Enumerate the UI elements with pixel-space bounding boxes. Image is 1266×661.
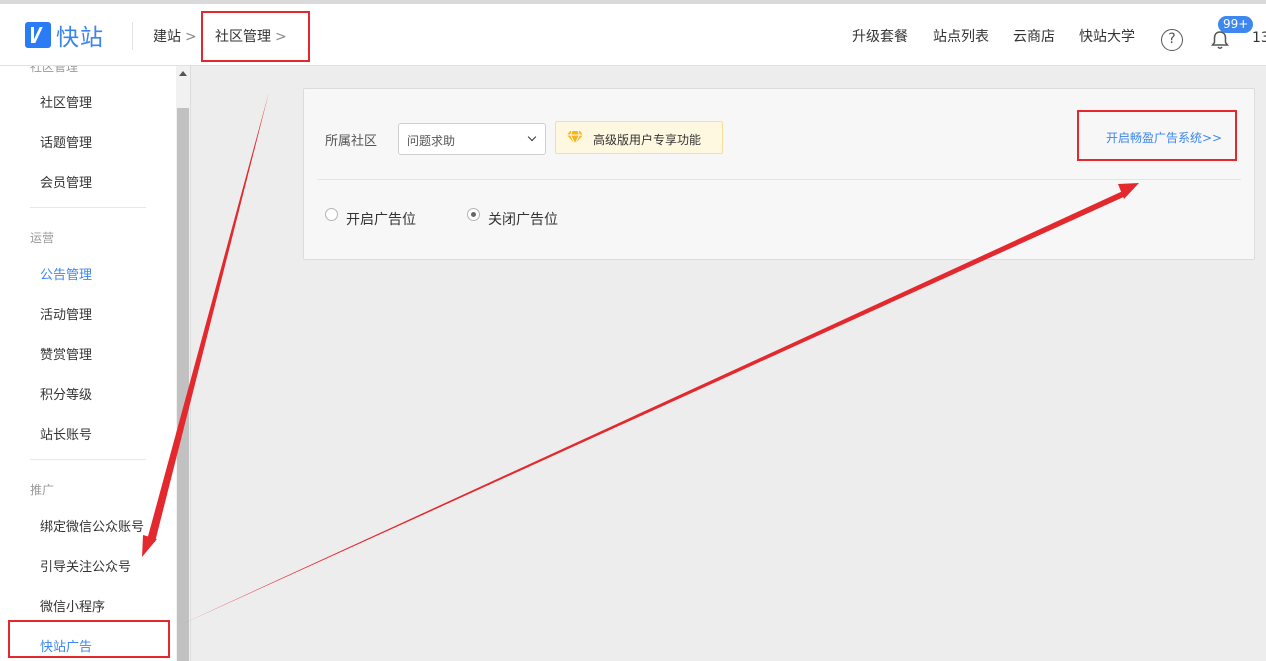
sidebar-group-title: 运营 bbox=[30, 231, 55, 245]
radio-enable-ads[interactable] bbox=[325, 208, 338, 221]
community-select[interactable]: 问题求助 bbox=[398, 123, 546, 155]
radio-enable-ads-label[interactable]: 开启广告位 bbox=[346, 209, 416, 229]
sidebar-item-mini-program[interactable]: 微信小程序 bbox=[40, 596, 105, 615]
card-divider bbox=[318, 179, 1241, 180]
nav-kuaizhan-university[interactable]: 快站大学 bbox=[1079, 26, 1135, 46]
sidebar-scrollbar[interactable] bbox=[176, 66, 190, 661]
premium-badge: 高级版用户专享功能 bbox=[555, 121, 723, 154]
bell-icon[interactable] bbox=[1210, 30, 1230, 50]
breadcrumb-label: 社区管理 bbox=[215, 29, 271, 45]
ad-settings-card: 所属社区 问题求助 高级版用户专享功能 开启畅盈广告系统>> 开启广告位 关闭广… bbox=[303, 88, 1255, 260]
breadcrumb-item-site[interactable]: 建站 > bbox=[153, 26, 197, 46]
breadcrumb-label: 建站 bbox=[153, 29, 181, 45]
chevron-right-icon: > bbox=[275, 29, 287, 45]
header-divider bbox=[132, 22, 133, 50]
radio-disable-ads[interactable] bbox=[467, 208, 480, 221]
sidebar-item-topic-management[interactable]: 话题管理 bbox=[40, 132, 92, 151]
scrollbar-thumb[interactable] bbox=[177, 108, 189, 661]
nav-site-list[interactable]: 站点列表 bbox=[933, 26, 989, 46]
help-icon[interactable]: ? bbox=[1161, 29, 1183, 51]
sidebar-item-community-management[interactable]: 社区管理 bbox=[40, 92, 92, 111]
user-account[interactable]: 13 bbox=[1252, 30, 1266, 46]
open-ad-system-link[interactable]: 开启畅盈广告系统>> bbox=[1106, 129, 1222, 146]
notification-badge: 99+ bbox=[1218, 16, 1254, 33]
sidebar: 社区管理 社区管理 话题管理 会员管理 运营 公告管理 活动管理 赞赏管理 积分… bbox=[0, 66, 176, 661]
logo[interactable]: 快站 bbox=[25, 20, 104, 51]
sidebar-group-title: 推广 bbox=[30, 483, 55, 497]
community-label: 所属社区 bbox=[325, 134, 378, 149]
sidebar-item-points-level[interactable]: 积分等级 bbox=[40, 384, 92, 403]
top-header: 快站 建站 > 社区管理 > 升级套餐 站点列表 云商店 快站大学 ? 99+ 13 bbox=[0, 0, 1266, 66]
logo-text: 快站 bbox=[56, 25, 104, 51]
sidebar-item-reward[interactable]: 赞赏管理 bbox=[40, 344, 92, 363]
sidebar-divider bbox=[30, 207, 146, 208]
chevron-down-icon bbox=[527, 132, 537, 142]
radio-disable-ads-label[interactable]: 关闭广告位 bbox=[488, 209, 558, 229]
sidebar-item-activity[interactable]: 活动管理 bbox=[40, 304, 92, 323]
nav-cloud-store[interactable]: 云商店 bbox=[1013, 26, 1055, 46]
scroll-up-icon[interactable] bbox=[179, 71, 187, 76]
breadcrumb-item-community[interactable]: 社区管理 > bbox=[215, 26, 287, 46]
sidebar-item-member-management[interactable]: 会员管理 bbox=[40, 172, 92, 191]
sidebar-divider bbox=[30, 459, 146, 460]
diamond-icon bbox=[567, 130, 583, 144]
sidebar-item-announcement[interactable]: 公告管理 bbox=[40, 264, 92, 283]
sidebar-item-guide-follow[interactable]: 引导关注公众号 bbox=[40, 556, 131, 575]
chevron-right-icon: > bbox=[185, 29, 197, 45]
sidebar-group-title: 社区管理 bbox=[30, 66, 79, 74]
community-select-value: 问题求助 bbox=[407, 134, 456, 148]
nav-upgrade-plan[interactable]: 升级套餐 bbox=[852, 26, 908, 46]
sidebar-border bbox=[190, 66, 191, 661]
sidebar-item-admin-account[interactable]: 站长账号 bbox=[40, 424, 92, 443]
premium-text: 高级版用户专享功能 bbox=[593, 133, 702, 147]
sidebar-item-bind-wechat[interactable]: 绑定微信公众账号 bbox=[40, 516, 144, 535]
sidebar-item-kuaizhan-ads[interactable]: 快站广告 bbox=[40, 636, 92, 655]
logo-icon bbox=[25, 22, 51, 48]
